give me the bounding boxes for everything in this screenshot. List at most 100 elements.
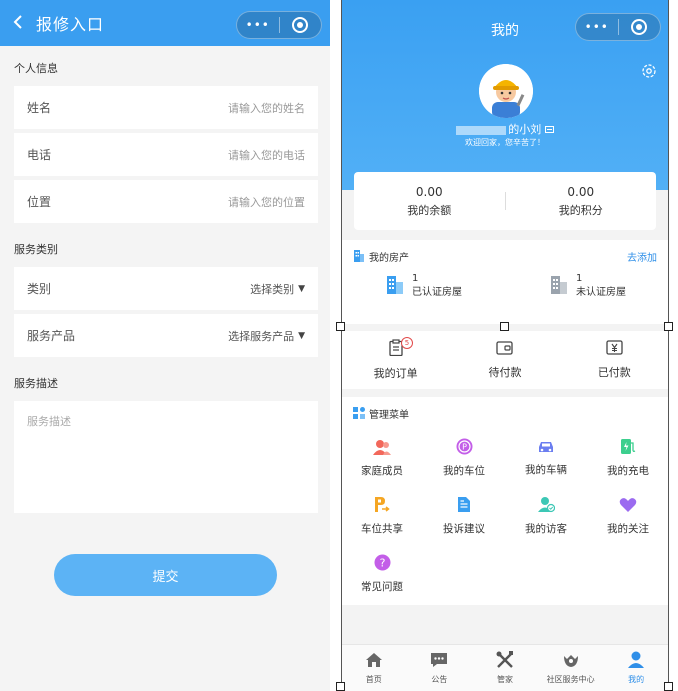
my-property-section: 我的房产 去添加 1 已认证房屋 1 未认证房屋	[341, 240, 669, 324]
unverified-count: 1	[576, 273, 583, 284]
my-profile-screen: 我的 ••• 的小刘 欢迎回家，您辛苦了！ 0.00 我的余额 0.00 我的积…	[341, 0, 669, 691]
home-icon	[365, 652, 383, 672]
tab-mine[interactable]: 我的	[603, 645, 669, 691]
id-card-icon	[544, 123, 554, 136]
resize-handle-center[interactable]	[500, 322, 509, 331]
family-icon	[373, 439, 391, 459]
tools-icon	[496, 651, 514, 672]
stats-card: 0.00 我的余额 0.00 我的积分	[354, 172, 656, 230]
name-input[interactable]: 请输入您的姓名	[228, 100, 305, 116]
close-target-icon[interactable]	[280, 17, 322, 33]
caret-down-icon: ▼	[298, 330, 305, 341]
close-target-icon[interactable]	[619, 19, 661, 35]
my-vehicle-button[interactable]: 我的车辆	[505, 429, 587, 487]
blurred-name	[456, 125, 507, 135]
more-icon[interactable]: •••	[237, 18, 279, 32]
resize-handle-bottom-left[interactable]	[336, 682, 345, 691]
field-label: 服务产品	[27, 329, 76, 343]
field-label: 姓名	[27, 101, 52, 115]
menu-title: 管理菜单	[369, 409, 409, 421]
service-product-select[interactable]: 服务产品 选择服务产品 ▼	[14, 314, 318, 357]
paid-button[interactable]: 已付款	[560, 331, 669, 389]
user-icon	[627, 651, 645, 672]
category-select[interactable]: 类别 选择类别 ▼	[14, 267, 318, 310]
field-label: 电话	[27, 148, 52, 162]
parking-share-button[interactable]: 车位共享	[341, 487, 423, 545]
parking-icon: P	[456, 438, 473, 459]
tab-home[interactable]: 首页	[341, 645, 407, 691]
more-icon[interactable]: •••	[576, 20, 618, 34]
gear-icon[interactable]	[641, 63, 657, 83]
paid-label: 已付款	[597, 366, 631, 379]
mini-program-capsule: •••	[236, 11, 322, 39]
unverified-property[interactable]: 1 未认证房屋	[505, 272, 669, 300]
svg-text:?: ?	[379, 557, 385, 570]
resize-handle-left[interactable]	[336, 322, 345, 331]
management-menu: 管理菜单 家庭成员 P 我的车位 我的车辆 我的充电 车位共享 投诉建议 我的访…	[341, 397, 669, 605]
pending-payment-button[interactable]: 待付款	[450, 331, 559, 389]
my-follows-button[interactable]: 我的关注	[587, 487, 669, 545]
orders-row: 5 我的订单 待付款 已付款	[341, 331, 669, 389]
building-icon	[353, 247, 365, 266]
balance-stat[interactable]: 0.00 我的余额	[354, 185, 505, 218]
grid-icon	[353, 404, 365, 423]
points-label: 我的积分	[558, 203, 603, 217]
repair-entry-screen: 报修入口 ••• 个人信息 姓名 请输入您的姓名 电话 请输入您的电话 位置 请…	[0, 0, 330, 691]
verified-property[interactable]: 1 已认证房屋	[341, 272, 505, 300]
question-icon: ?	[374, 554, 391, 575]
avatar[interactable]	[479, 64, 533, 118]
tab-community-center[interactable]: 社区服务中心	[538, 645, 604, 691]
screenshot-stage: 报修入口 ••• 个人信息 姓名 请输入您的姓名 电话 请输入您的电话 位置 请…	[0, 0, 678, 691]
service-product-value: 选择服务产品	[228, 329, 295, 343]
username: 的小刘	[341, 121, 669, 137]
wallet-icon	[496, 340, 514, 359]
my-visitors-button[interactable]: 我的访客	[505, 487, 587, 545]
my-parking-button[interactable]: P 我的车位	[423, 429, 505, 487]
resize-handle-bottom-right[interactable]	[664, 682, 673, 691]
submit-button[interactable]: 提交	[54, 554, 277, 596]
service-description-heading: 服务描述	[14, 377, 58, 390]
heart-icon	[619, 497, 637, 517]
faq-button[interactable]: ? 常见问题	[341, 545, 423, 603]
verified-label: 已认证房屋	[412, 287, 462, 298]
location-field[interactable]: 位置 请输入您的位置	[14, 180, 318, 223]
page-title: 报修入口	[36, 15, 105, 34]
parking-share-icon	[373, 496, 391, 517]
complaint-icon	[456, 496, 472, 517]
service-category-heading: 服务类别	[14, 243, 58, 256]
balance-value: 0.00	[415, 184, 443, 199]
complaint-button[interactable]: 投诉建议	[423, 487, 505, 545]
tab-butler[interactable]: 管家	[472, 645, 538, 691]
phone-field[interactable]: 电话 请输入您的电话	[14, 133, 318, 176]
building-gray-icon	[550, 274, 568, 298]
points-stat[interactable]: 0.00 我的积分	[506, 185, 657, 218]
bottom-tab-bar: 首页 公告 管家 社区服务中心 我的	[341, 644, 669, 691]
message-icon	[430, 652, 448, 672]
unverified-label: 未认证房屋	[576, 287, 626, 298]
category-value: 选择类别	[250, 282, 295, 296]
profile-header: 我的 ••• 的小刘 欢迎回家，您辛苦了！	[341, 0, 669, 190]
charging-icon	[620, 438, 636, 459]
nav-bar: 报修入口 •••	[0, 0, 330, 46]
name-field[interactable]: 姓名 请输入您的姓名	[14, 86, 318, 129]
location-input[interactable]: 请输入您的位置	[228, 194, 305, 210]
community-icon	[562, 652, 580, 672]
phone-input[interactable]: 请输入您的电话	[228, 147, 305, 163]
chevron-left-icon[interactable]	[12, 11, 34, 35]
family-members-button[interactable]: 家庭成员	[341, 429, 423, 487]
pending-payment-label: 待付款	[488, 366, 522, 379]
add-property-link[interactable]: 去添加	[627, 249, 657, 264]
car-icon	[537, 439, 555, 458]
service-description-textarea[interactable]: 服务描述	[14, 401, 318, 513]
field-label: 位置	[27, 195, 52, 209]
tab-announcements[interactable]: 公告	[407, 645, 473, 691]
building-icon	[386, 274, 404, 298]
my-orders-button[interactable]: 5 我的订单	[341, 331, 450, 389]
visitor-icon	[537, 496, 556, 517]
my-charging-button[interactable]: 我的充电	[587, 429, 669, 487]
my-orders-label: 我的订单	[373, 367, 418, 380]
yen-icon	[606, 340, 623, 359]
balance-label: 我的余额	[407, 203, 452, 217]
resize-handle-right[interactable]	[664, 322, 673, 331]
verified-count: 1	[412, 273, 419, 284]
